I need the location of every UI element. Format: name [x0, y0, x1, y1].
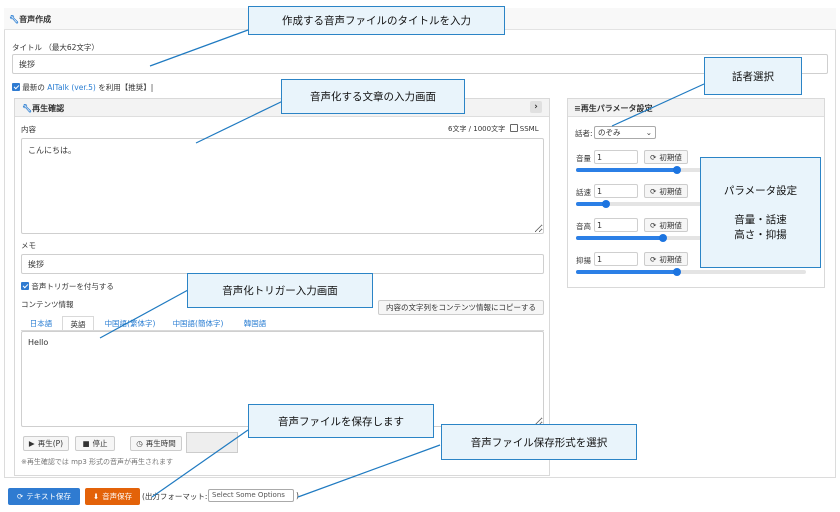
- stop-button[interactable]: ■ 停止: [75, 436, 115, 451]
- char-count: 6文字 / 1000文字 SSML: [448, 124, 539, 133]
- tab-chinese-traditional[interactable]: 中国語(繁体字): [98, 316, 162, 331]
- play-icon: ▶: [28, 439, 35, 448]
- ssml-checkbox[interactable]: [509, 124, 518, 132]
- callout-params: パラメータ設定 音量・話速 高さ・抑揚: [700, 157, 821, 268]
- param-reset-button[interactable]: ⟳ 初期値: [644, 252, 688, 266]
- playback-title: 🔧︎再生確認: [22, 104, 65, 113]
- param-slider-thumb[interactable]: [602, 200, 610, 208]
- param-reset-button[interactable]: ⟳ 初期値: [644, 184, 688, 198]
- param-reset-button[interactable]: ⟳ 初期値: [644, 218, 688, 232]
- param-value-input[interactable]: [594, 218, 638, 232]
- param-value-input[interactable]: [594, 184, 638, 198]
- tab-english[interactable]: 英語: [62, 316, 94, 331]
- text-save-button[interactable]: ⟳ テキスト保存: [8, 488, 80, 505]
- param-value-input[interactable]: [594, 150, 638, 164]
- tab-japanese[interactable]: 日本語: [22, 316, 60, 331]
- refresh-icon: ⟳: [650, 220, 657, 230]
- refresh-icon: ⟳: [650, 152, 657, 162]
- speaker-select[interactable]: のぞみ ⌄: [594, 126, 656, 139]
- param-slider-fill: [576, 270, 677, 274]
- panel-title: 🔧︎音声作成: [9, 15, 52, 24]
- format-suffix: ): [296, 491, 299, 500]
- expand-chevron-icon[interactable]: ›: [530, 101, 542, 113]
- param-label: 音量: [576, 154, 591, 163]
- refresh-icon: ⟳: [650, 186, 657, 196]
- callout-text-input: 音声化する文章の入力画面: [281, 79, 465, 114]
- trigger-checkbox[interactable]: [21, 282, 29, 290]
- param-reset-button[interactable]: ⟳ 初期値: [644, 150, 688, 164]
- speaker-label: 話者:: [575, 129, 593, 138]
- latest-checkbox[interactable]: [12, 83, 20, 91]
- latest-aitalk-option[interactable]: 最新の AITalk (ver.5) を利用【推奨】|: [12, 82, 153, 93]
- chevron-down-icon: ⌄: [645, 128, 652, 137]
- param-label: 抑揚: [576, 256, 591, 265]
- playtime-display: [186, 432, 238, 453]
- tab-korean[interactable]: 韓国語: [234, 316, 276, 331]
- wrench-icon: 🔧︎: [22, 104, 33, 113]
- copy-to-content-info-button[interactable]: 内容の文字列をコンテンツ情報にコピーする: [378, 300, 544, 315]
- clock-icon: ◷: [136, 439, 143, 448]
- memo-input[interactable]: [21, 254, 544, 274]
- aitalk-link[interactable]: AITalk (ver.5): [47, 83, 96, 92]
- param-slider-thumb[interactable]: [659, 234, 667, 242]
- play-button[interactable]: ▶ 再生(P): [23, 436, 69, 451]
- format-select[interactable]: Select Some Options: [208, 489, 294, 502]
- param-label: 音高: [576, 222, 591, 231]
- refresh-icon: ⟳: [650, 254, 657, 264]
- callout-trigger-input: 音声化トリガー入力画面: [187, 273, 373, 308]
- callout-title-input: 作成する音声ファイルのタイトルを入力: [248, 6, 505, 35]
- callout-format-select: 音声ファイル保存形式を選択: [441, 424, 637, 460]
- trigger-option[interactable]: 音声トリガーを付与する: [21, 281, 114, 292]
- param-slider-thumb[interactable]: [673, 268, 681, 276]
- title-label: タイトル （最大62文字）: [12, 43, 99, 52]
- content-textarea[interactable]: こんにちは。: [21, 138, 544, 234]
- download-icon: ⬇: [92, 492, 100, 501]
- tab-chinese-simplified[interactable]: 中国語(簡体字): [166, 316, 230, 331]
- param-value-input[interactable]: [594, 252, 638, 266]
- audio-save-button[interactable]: ⬇ 音声保存: [85, 488, 140, 505]
- playtime-label: ◷ 再生時間: [130, 436, 182, 451]
- content-info-label: コンテンツ情報: [21, 300, 74, 309]
- sliders-icon: ≡: [574, 104, 581, 113]
- save-icon: ⟳: [16, 492, 24, 501]
- playback-note: ※再生確認では mp3 形式の音声が再生されます: [21, 458, 174, 466]
- param-slider-fill: [576, 168, 677, 172]
- param-slider-thumb[interactable]: [673, 166, 681, 174]
- callout-speaker-select: 話者選択: [704, 57, 802, 95]
- content-label: 内容: [21, 125, 36, 134]
- params-title: ≡再生パラメータ設定: [574, 104, 653, 113]
- callout-save-audio: 音声ファイルを保存します: [248, 404, 434, 438]
- stop-icon: ■: [82, 439, 90, 448]
- param-label: 話速: [576, 188, 591, 197]
- param-slider-fill: [576, 236, 663, 240]
- wrench-icon: 🔧︎: [9, 15, 20, 24]
- memo-label: メモ: [21, 241, 36, 250]
- format-prefix: (出力フォーマット:: [142, 492, 208, 501]
